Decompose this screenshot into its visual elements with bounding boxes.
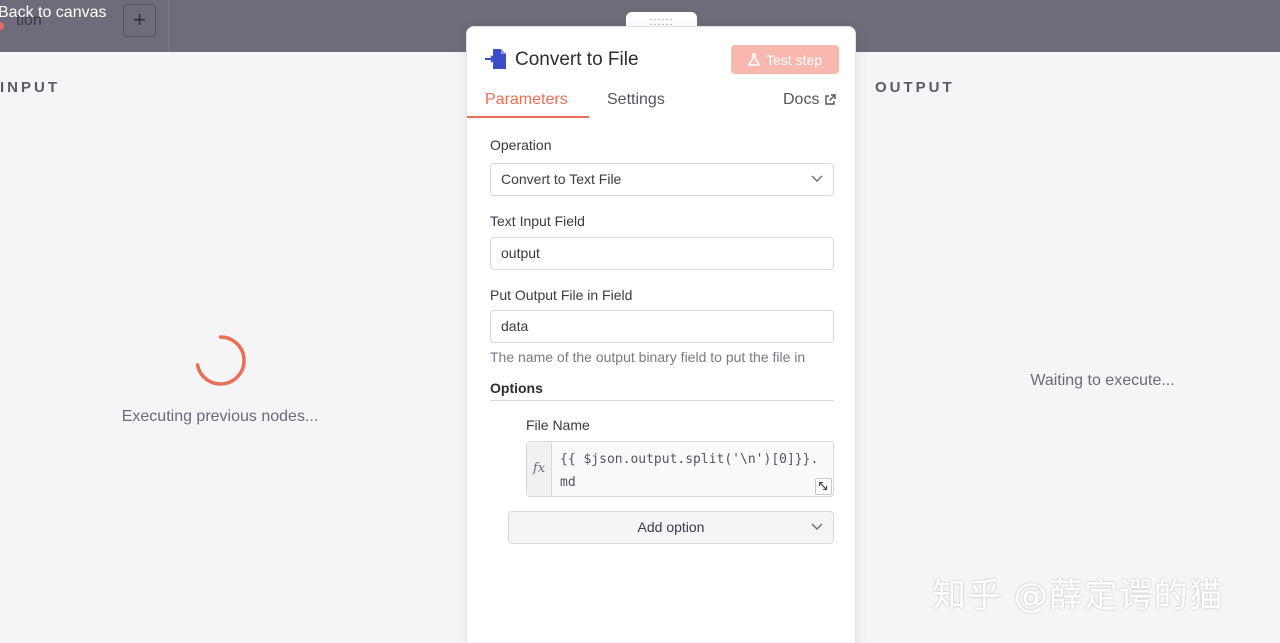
output-status-text: Waiting to execute...: [1030, 372, 1175, 389]
watermark-text: 知乎 @薛定谔的猫: [932, 576, 1224, 616]
test-step-button[interactable]: Test step: [731, 45, 839, 74]
operation-value: Convert to Text File: [501, 171, 622, 187]
back-to-canvas-link[interactable]: Back to canvas: [0, 4, 107, 22]
chevron-down-icon: [811, 175, 823, 182]
output-file-field-label: Put Output File in Field: [490, 287, 633, 303]
test-step-label: Test step: [765, 51, 823, 68]
operation-label: Operation: [490, 137, 552, 153]
text-input-field-label: Text Input Field: [490, 213, 585, 229]
node-header: Convert to File Test step Parameters Set…: [467, 27, 855, 119]
topbar-divider: [168, 0, 169, 52]
tab-docs-label: Docs: [783, 91, 820, 108]
node-title: Convert to File: [515, 49, 639, 70]
node-tabs: Parameters Settings Docs: [467, 87, 857, 119]
file-name-label: File Name: [526, 417, 590, 433]
input-status-text: Executing previous nodes...: [121, 408, 319, 425]
options-title: Options: [490, 380, 543, 396]
options-divider: [490, 400, 834, 401]
tab-docs[interactable]: Docs: [783, 91, 837, 109]
tab-parameters[interactable]: Parameters: [485, 91, 568, 109]
output-file-field[interactable]: data: [490, 310, 834, 343]
active-tab-indicator: [467, 116, 589, 118]
external-link-icon: [825, 94, 837, 105]
operation-select[interactable]: Convert to Text File: [490, 163, 834, 196]
add-option-button[interactable]: Add option: [508, 511, 834, 544]
parameters-form: Operation Convert to Text File Text Inpu…: [467, 119, 855, 643]
tab-settings[interactable]: Settings: [607, 91, 665, 109]
add-option-label: Add option: [637, 519, 705, 535]
input-panel-title: INPUT: [0, 79, 60, 96]
file-name-expression[interactable]: {{ $json.output.split('\n')[0]}}. md: [560, 448, 830, 494]
spinner-icon: [195, 335, 246, 386]
back-indicator-icon: [0, 22, 4, 30]
output-panel-title: OUTPUT: [875, 79, 955, 96]
chevron-down-icon: [811, 523, 823, 530]
add-node-button[interactable]: +: [123, 4, 156, 37]
fx-icon: fx: [527, 442, 552, 496]
expand-icon[interactable]: [815, 478, 832, 495]
convert-to-file-icon: [485, 49, 506, 69]
output-file-hint: The name of the output binary field to p…: [490, 349, 806, 365]
text-input-field[interactable]: output: [490, 237, 834, 270]
file-name-expression-field[interactable]: fx {{ $json.output.split('\n')[0]}}. md: [526, 441, 834, 497]
node-details-panel: Convert to File Test step Parameters Set…: [466, 26, 856, 643]
flask-icon: [747, 52, 760, 66]
